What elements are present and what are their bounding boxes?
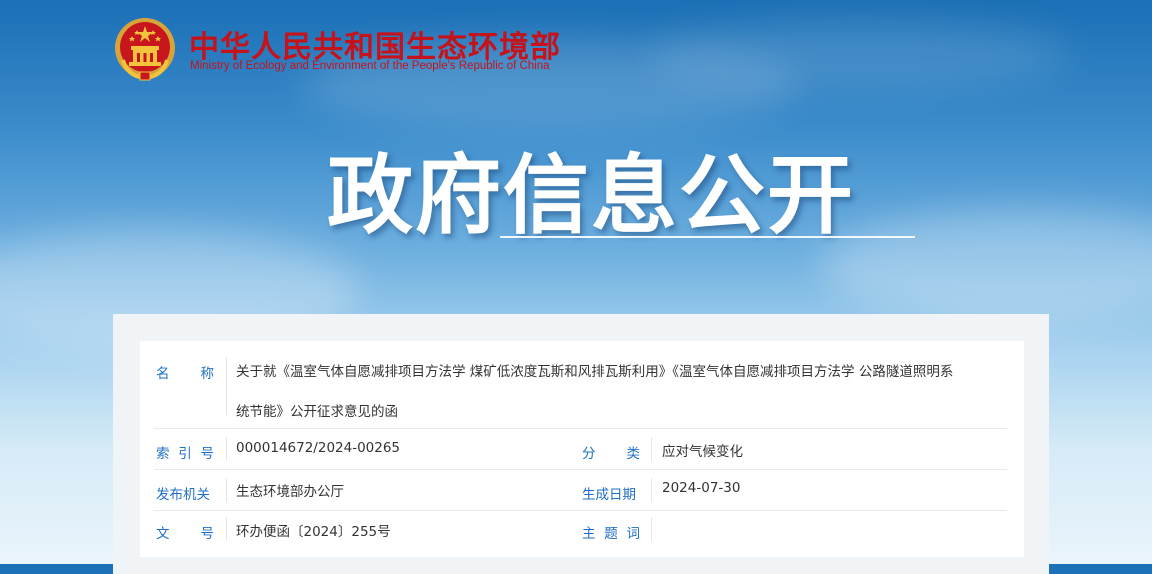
banner-title: 政府信息公开 [327,146,855,246]
info-row-index: 索引号 000014672/2024-00265 分类 应对气候变化 [154,429,1007,470]
name-value-line2: 统节能》公开征求意见的函 [236,404,398,420]
issuer-value: 生态环境部办公厅 [236,484,344,500]
divider [651,437,652,461]
date-label: 生成日期 [582,487,636,503]
divider [226,478,227,502]
subject-label: 主题词 [582,526,640,542]
docno-value: 环办便函〔2024〕255号 [236,524,391,540]
index-value: 000014672/2024-00265 [236,440,401,456]
info-row-issuer: 发布机关 生态环境部办公厅 生成日期 2024-07-30 [154,470,1007,511]
national-emblem-icon[interactable] [113,16,177,82]
date-value: 2024-07-30 [662,480,741,496]
divider [651,478,652,502]
info-row-name: 名称 关于就《温室气体自愿减排项目方法学 煤矿低浓度瓦斯和风排瓦斯利用》《温室气… [154,341,1007,429]
site-name-en[interactable]: Ministry of Ecology and Environment of t… [190,60,550,72]
divider [651,517,652,541]
index-label: 索引号 [156,446,214,462]
divider [226,517,227,541]
info-card: 名称 关于就《温室气体自愿减排项目方法学 煤矿低浓度瓦斯和风排瓦斯利用》《温室气… [140,341,1024,557]
category-label: 分类 [582,446,640,462]
name-label: 名称 [156,366,214,382]
info-row-docno: 文号 环办便函〔2024〕255号 主题词 [154,511,1007,551]
category-value[interactable]: 应对气候变化 [662,440,743,460]
name-value-line1: 关于就《温室气体自愿减排项目方法学 煤矿低浓度瓦斯和风排瓦斯利用》《温室气体自愿… [236,364,954,380]
issuer-label: 发布机关 [156,487,210,503]
divider [226,357,227,415]
docno-label: 文号 [156,526,214,542]
divider [226,437,227,461]
banner-divider [500,236,915,238]
